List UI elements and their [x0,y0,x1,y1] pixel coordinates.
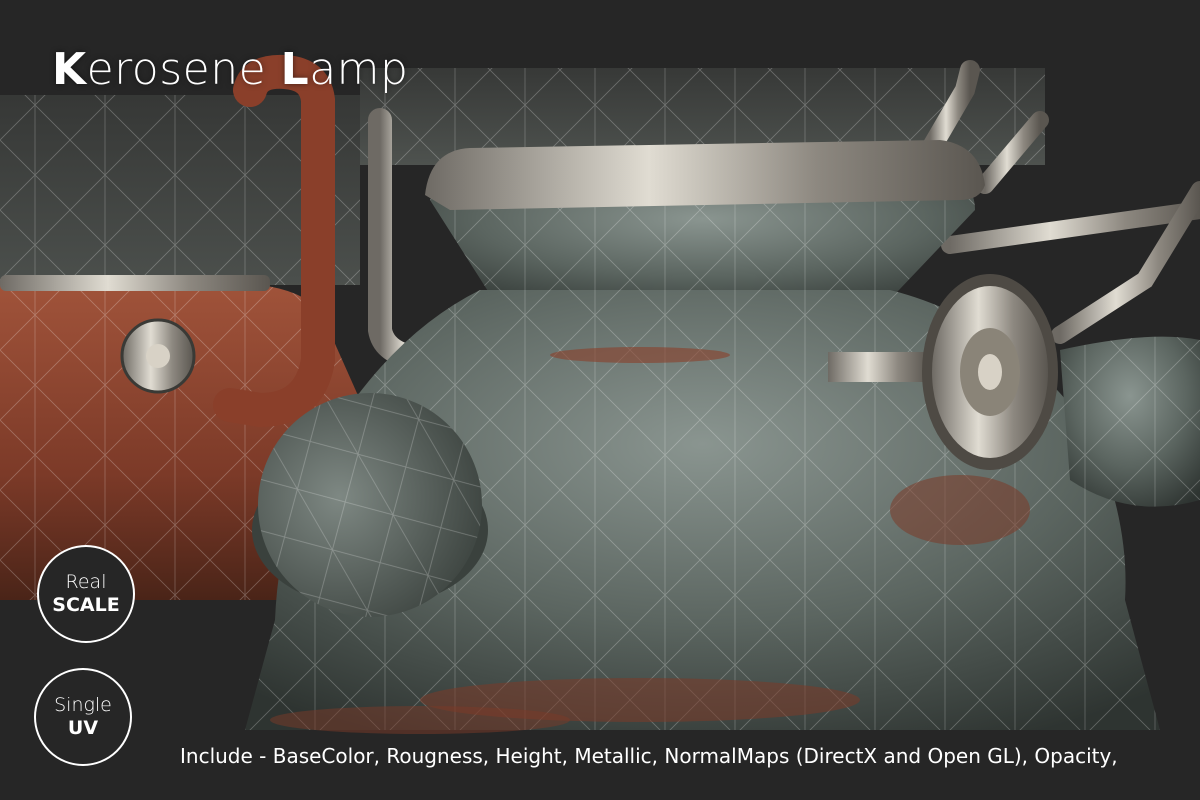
lamp-collar [425,140,985,310]
kerosene-lamp-render [0,54,1200,734]
included-maps-caption: Include - BaseColor, Rougness, Height, M… [180,744,1118,768]
title-word-amp: amp [309,44,409,95]
product-title: Kerosene Lamp [52,44,408,95]
real-scale-badge: Real SCALE [37,545,135,643]
title-word-erosene: erosene [86,44,281,95]
real-scale-badge-bottom: SCALE [52,594,120,616]
title-letter-l: L [280,44,310,95]
real-scale-badge-top: Real [65,571,107,594]
single-uv-badge: Single UV [34,668,132,766]
product-image: Kerosene Lamp Real SCALE Single UV Inclu… [0,0,1200,800]
title-letter-k: K [52,44,87,95]
single-uv-badge-top: Single [54,694,112,717]
single-uv-badge-bottom: UV [67,717,99,739]
